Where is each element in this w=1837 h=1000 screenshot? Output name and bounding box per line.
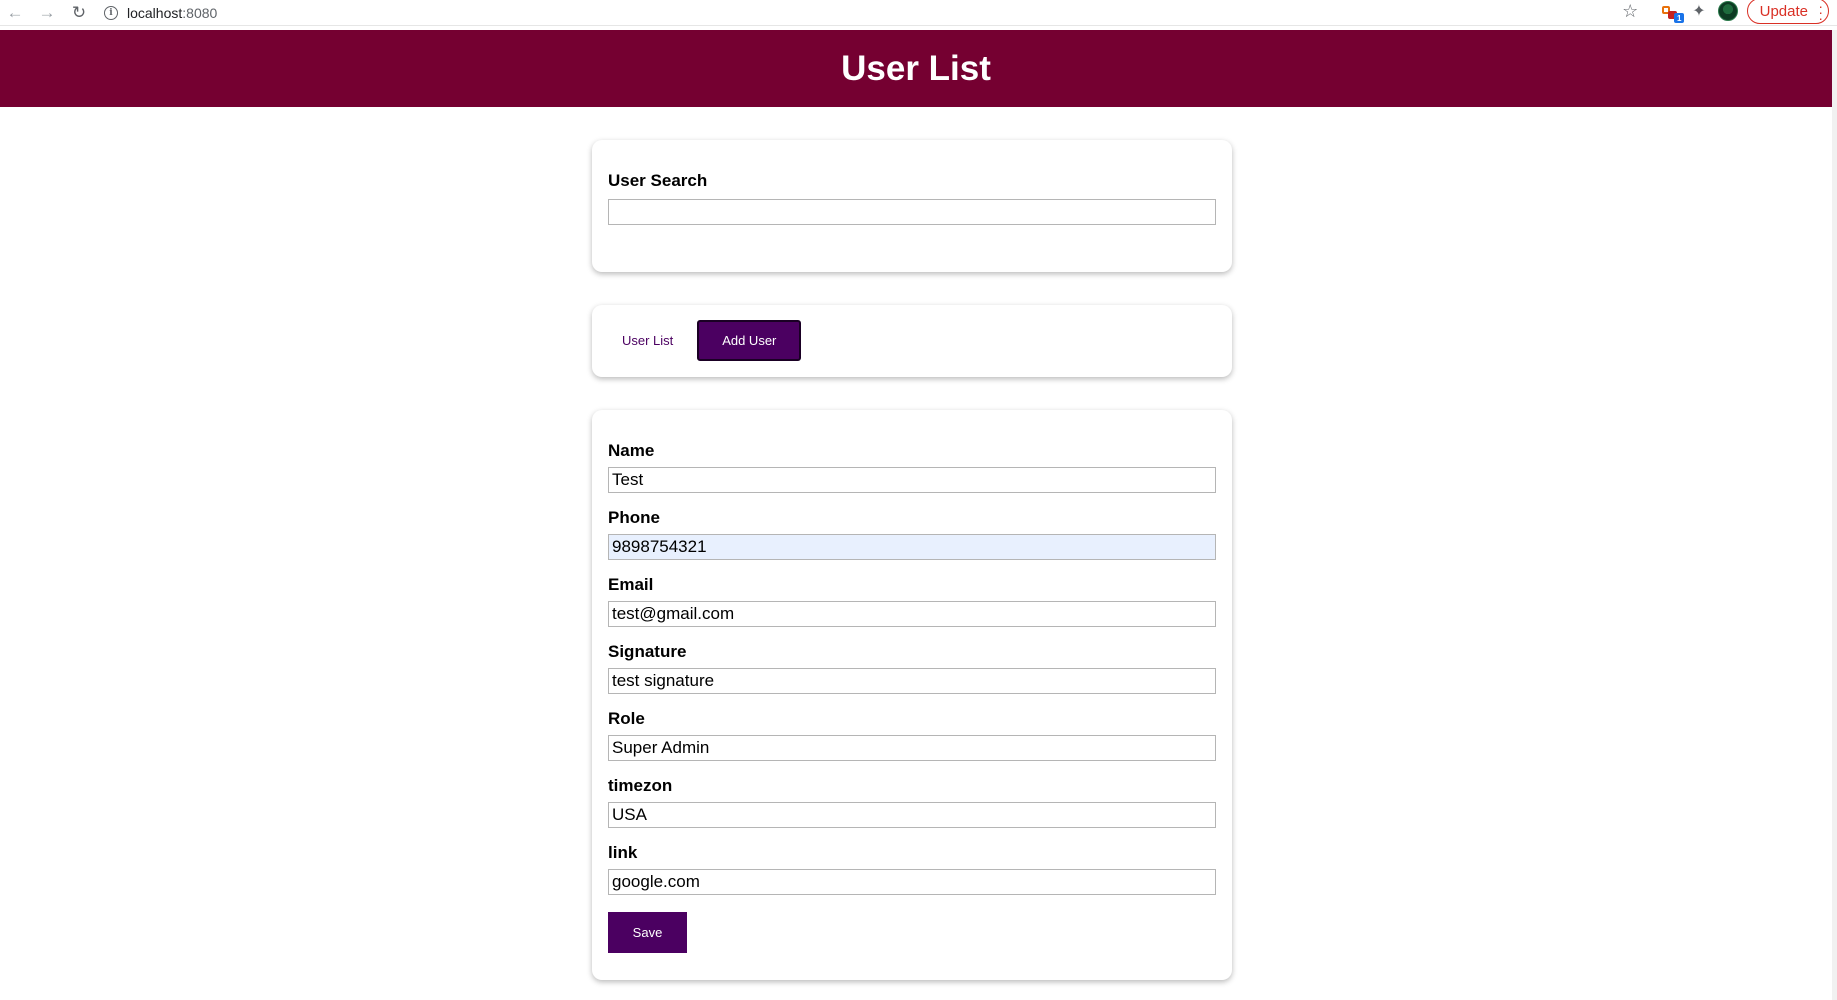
update-label: Update — [1759, 2, 1808, 20]
save-button[interactable]: Save — [608, 912, 687, 953]
link-label: link — [608, 843, 638, 862]
tabs-card: User List Add User — [592, 305, 1232, 377]
update-button[interactable]: Update · · · — [1746, 0, 1829, 25]
app-header: User List — [0, 30, 1832, 107]
email-group: Email — [608, 575, 1216, 627]
tab-user-list[interactable]: User List — [622, 321, 673, 361]
puzzle-icon[interactable]: ✦ — [1692, 1, 1705, 21]
search-label: User Search — [608, 171, 708, 190]
menu-dots-icon[interactable]: · · · — [1818, 0, 1823, 25]
link-input[interactable] — [608, 869, 1216, 895]
timezone-input[interactable] — [608, 802, 1216, 828]
phone-group: Phone — [608, 508, 1216, 560]
back-arrow-icon[interactable]: ← — [4, 2, 26, 24]
add-user-form-card: Name Phone Email Signature Role timezon … — [592, 410, 1232, 980]
timezone-group: timezon — [608, 776, 1216, 828]
browser-actions: ☆ 1 ✦ Update · · · — [1622, 0, 1829, 25]
url-host: localhost — [127, 4, 183, 21]
name-input[interactable] — [608, 467, 1216, 493]
email-input[interactable] — [608, 601, 1216, 627]
name-label: Name — [608, 441, 655, 460]
search-input[interactable] — [608, 199, 1216, 225]
extension-badge: 1 — [1674, 13, 1685, 23]
signature-group: Signature — [608, 642, 1216, 694]
signature-label: Signature — [608, 642, 687, 661]
avatar[interactable] — [1717, 1, 1738, 21]
extension-icon[interactable]: 1 — [1660, 2, 1685, 23]
star-icon[interactable]: ☆ — [1622, 1, 1638, 22]
browser-toolbar: ← → ↻ i localhost:8080 ☆ 1 ✦ Update · · · — [0, 0, 1837, 26]
address-bar[interactable]: i localhost:8080 — [104, 2, 1604, 24]
signature-input[interactable] — [608, 668, 1216, 694]
link-group: link — [608, 843, 1216, 895]
page-scrollbar[interactable] — [1832, 30, 1837, 1000]
email-label: Email — [608, 575, 654, 594]
phone-label: Phone — [608, 508, 660, 527]
page-title: User List — [841, 48, 991, 88]
role-group: Role — [608, 709, 1216, 761]
timezone-label: timezon — [608, 776, 673, 795]
role-input[interactable] — [608, 735, 1216, 761]
forward-arrow-icon[interactable]: → — [36, 2, 58, 24]
phone-input[interactable] — [608, 534, 1216, 560]
tab-add-user[interactable]: Add User — [697, 320, 802, 361]
search-card: User Search — [592, 140, 1232, 272]
info-icon[interactable]: i — [104, 5, 118, 20]
reload-icon[interactable]: ↻ — [68, 2, 90, 24]
name-group: Name — [608, 441, 1216, 493]
url-port: :8080 — [182, 4, 218, 21]
role-label: Role — [608, 709, 645, 728]
